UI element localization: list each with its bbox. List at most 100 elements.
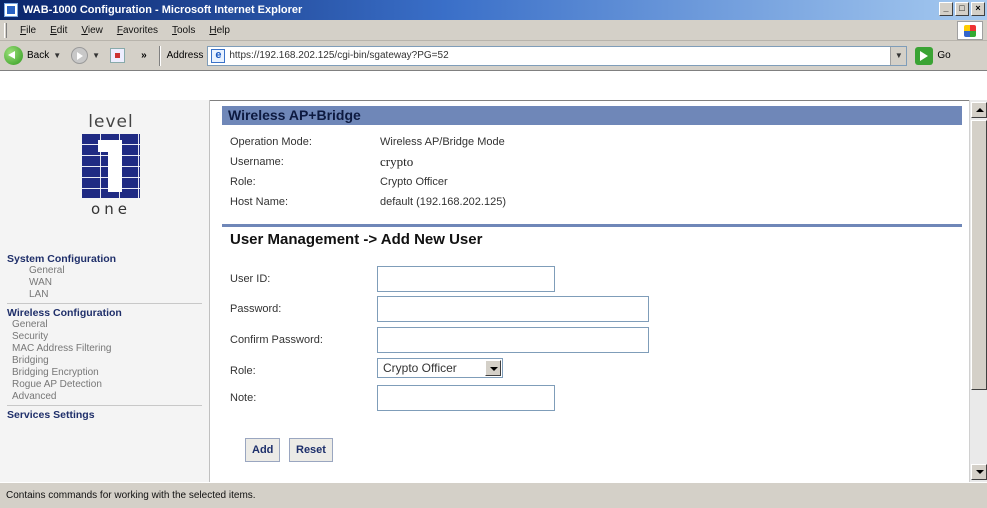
password-label: Password:: [230, 303, 282, 315]
nav-item-mac-filtering[interactable]: MAC Address Filtering: [7, 343, 202, 355]
logo-word: level: [88, 112, 134, 132]
username-label: Username:: [230, 156, 284, 168]
nav-item-bridging[interactable]: Bridging: [7, 355, 202, 367]
scroll-thumb[interactable]: [971, 120, 987, 390]
role-field-label: Role:: [230, 365, 256, 377]
forward-dropdown-icon[interactable]: ▼: [92, 51, 100, 60]
forward-button[interactable]: ▼: [71, 47, 104, 64]
nav-section-wireless[interactable]: Wireless Configuration: [7, 307, 202, 319]
menu-bar: File Edit View Favorites Tools Help: [0, 20, 987, 41]
nav-item-system-general[interactable]: General: [7, 265, 202, 277]
form-row-role: Role: Crypto Officer: [230, 358, 930, 386]
vertical-scrollbar[interactable]: [969, 100, 987, 482]
role-select-value: Crypto Officer: [383, 361, 457, 375]
address-url[interactable]: https://192.168.202.125/cgi-bin/sgateway…: [229, 50, 448, 61]
nav-item-security[interactable]: Security: [7, 331, 202, 343]
nav-item-rogue-ap[interactable]: Rogue AP Detection: [7, 379, 202, 391]
page-viewport: level one System Configuration General W…: [0, 100, 969, 482]
ie-window-icon: [4, 3, 18, 17]
info-row: Host Name: default (192.168.202.125): [230, 192, 506, 212]
menu-favorites[interactable]: Favorites: [110, 25, 165, 36]
hostname-label: Host Name:: [230, 196, 289, 208]
reset-button[interactable]: Reset: [289, 438, 333, 462]
note-input[interactable]: [377, 385, 555, 411]
window-titlebar: WAB-1000 Configuration - Microsoft Inter…: [0, 0, 987, 20]
operation-mode-label: Operation Mode:: [230, 136, 312, 148]
role-select[interactable]: Crypto Officer: [377, 358, 503, 378]
operation-mode-value: Wireless AP/Bridge Mode: [380, 136, 505, 148]
menu-edit[interactable]: Edit: [43, 25, 74, 36]
sidebar-nav: System Configuration General WAN LAN Wir…: [7, 250, 202, 421]
status-text: Contains commands for working with the s…: [6, 490, 256, 501]
back-dropdown-icon[interactable]: ▼: [53, 51, 61, 60]
userid-input[interactable]: [377, 266, 555, 292]
add-button[interactable]: Add: [245, 438, 281, 462]
menu-file[interactable]: File: [13, 25, 43, 36]
form-row-userid: User ID:: [230, 266, 930, 294]
address-dropdown-icon[interactable]: ▼: [890, 46, 907, 65]
sidebar: level one System Configuration General W…: [0, 100, 210, 482]
info-row: Role: Crypto Officer: [230, 172, 506, 192]
page-icon: [211, 48, 226, 63]
logo-mark-icon: [82, 134, 140, 198]
note-label: Note:: [230, 392, 257, 404]
browser-toolbar: Back ▼ ▼ » Address https://192.168.202.1…: [0, 41, 987, 71]
device-info: Operation Mode: Wireless AP/Bridge Mode …: [230, 132, 506, 212]
level-one-logo: level one: [66, 112, 156, 220]
menu-tools[interactable]: Tools: [165, 25, 202, 36]
status-bar: Contains commands for working with the s…: [0, 482, 987, 508]
main-content: Wireless AP+Bridge Operation Mode: Wirel…: [222, 100, 962, 482]
page-header: Wireless AP+Bridge: [222, 106, 962, 125]
info-row: Username: crypto: [230, 152, 506, 172]
go-button[interactable]: Go: [915, 46, 951, 65]
username-value: crypto: [380, 154, 414, 169]
stop-icon: [110, 48, 126, 63]
back-button[interactable]: Back ▼: [4, 46, 65, 65]
window-controls: _ □ ×: [939, 2, 985, 16]
toolbar-more-chevron[interactable]: »: [141, 50, 147, 61]
window-title: WAB-1000 Configuration - Microsoft Inter…: [23, 4, 303, 16]
nav-item-wireless-general[interactable]: General: [7, 319, 202, 331]
userid-label: User ID:: [230, 273, 271, 285]
close-button[interactable]: ×: [971, 2, 985, 16]
form-row-password: Password:: [230, 296, 930, 324]
back-label: Back: [27, 50, 50, 61]
nav-item-advanced[interactable]: Advanced: [7, 391, 202, 403]
chevron-down-icon[interactable]: [485, 360, 501, 376]
confirm-password-input[interactable]: [377, 327, 649, 353]
minimize-button[interactable]: _: [939, 2, 953, 16]
address-bar[interactable]: https://192.168.202.125/cgi-bin/sgateway…: [207, 45, 908, 66]
info-row: Operation Mode: Wireless AP/Bridge Mode: [230, 132, 506, 152]
nav-item-wan[interactable]: WAN: [7, 277, 202, 289]
menu-help[interactable]: Help: [202, 25, 237, 36]
maximize-button[interactable]: □: [955, 2, 969, 16]
go-arrow-icon: [915, 46, 934, 65]
form-row-note: Note:: [230, 385, 930, 413]
go-label: Go: [937, 50, 951, 61]
section-divider: [222, 224, 962, 227]
windows-logo-icon: [957, 21, 983, 40]
toolbar-separator: [158, 45, 161, 66]
nav-section-system[interactable]: System Configuration: [7, 253, 202, 265]
stop-button[interactable]: [110, 48, 126, 63]
nav-divider: [7, 405, 202, 406]
nav-divider: [7, 303, 202, 304]
address-label: Address: [166, 50, 204, 61]
role-label: Role:: [230, 176, 256, 188]
role-value: Crypto Officer: [380, 176, 448, 188]
nav-section-services[interactable]: Services Settings: [7, 409, 202, 421]
form-row-confirm: Confirm Password:: [230, 327, 930, 355]
scroll-down-icon[interactable]: [971, 464, 987, 480]
hostname-value: default (192.168.202.125): [380, 196, 506, 208]
forward-arrow-icon: [71, 47, 89, 64]
nav-item-bridging-encryption[interactable]: Bridging Encryption: [7, 367, 202, 379]
confirm-password-label: Confirm Password:: [230, 334, 323, 346]
section-title: User Management -> Add New User: [230, 231, 483, 248]
scroll-up-icon[interactable]: [971, 102, 987, 118]
back-arrow-icon: [4, 46, 23, 65]
password-input[interactable]: [377, 296, 649, 322]
menu-grip: [4, 22, 7, 38]
logo-sub: one: [91, 200, 131, 218]
menu-view[interactable]: View: [74, 25, 110, 36]
nav-item-lan[interactable]: LAN: [7, 289, 202, 301]
